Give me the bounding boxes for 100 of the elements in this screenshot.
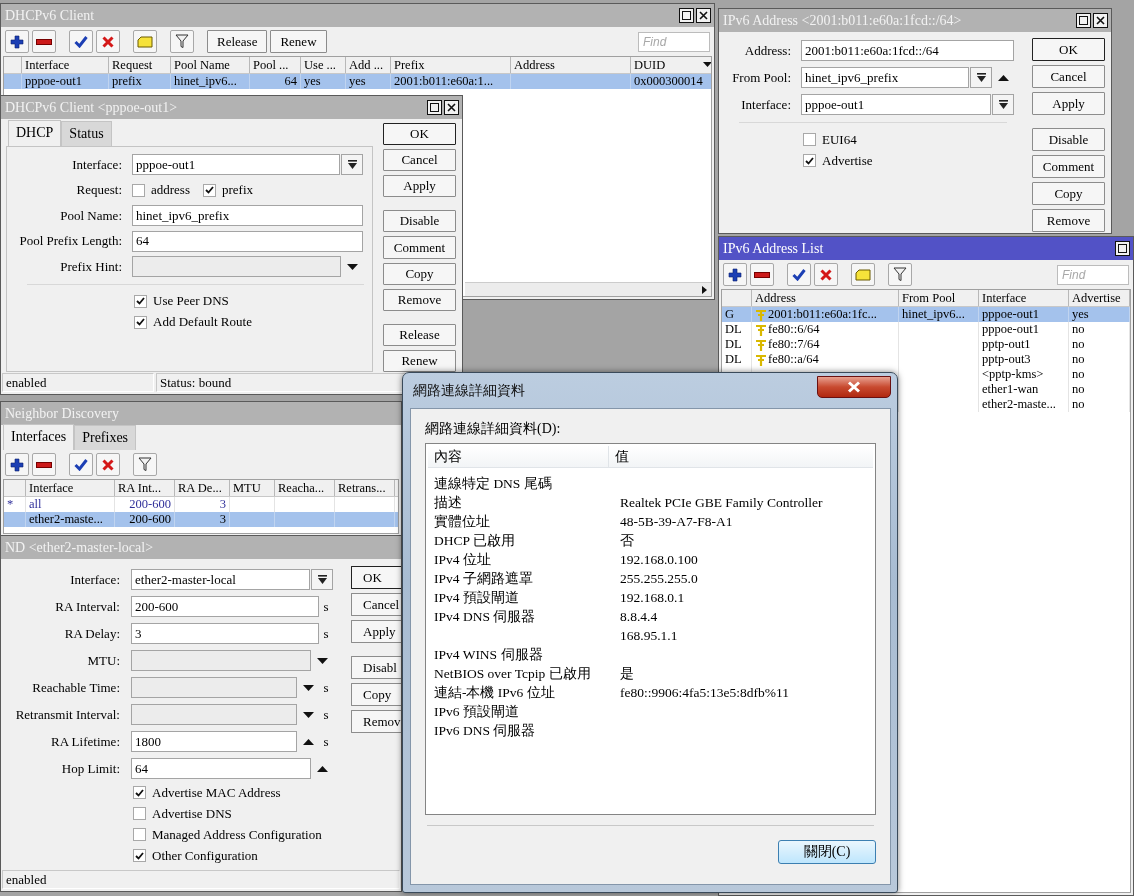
text-field[interactable]: 2001:b011:e60a:1fcd::/64 <box>801 40 1014 61</box>
combo-field[interactable] <box>131 704 297 725</box>
dialog-button[interactable]: Apply <box>383 175 456 198</box>
dialog-button[interactable]: Copy <box>1032 182 1105 205</box>
combo-field[interactable] <box>131 677 297 698</box>
triangle-down-icon[interactable] <box>347 263 358 270</box>
column-header[interactable]: Retrans... <box>338 481 386 495</box>
column-header[interactable]: Interface <box>982 291 1027 305</box>
triangle-down-icon[interactable] <box>317 657 328 664</box>
remove-button[interactable] <box>32 453 56 476</box>
tab[interactable]: Prefixes <box>74 425 137 450</box>
tab[interactable]: Interfaces <box>3 424 75 450</box>
column-header[interactable]: 內容 <box>428 446 608 467</box>
dialog-button[interactable]: Disable <box>383 210 456 233</box>
dialog-button[interactable]: Renew <box>383 349 456 372</box>
maximize-icon[interactable] <box>1115 241 1130 256</box>
close-button[interactable]: 關閉(C) <box>778 840 876 864</box>
table-row[interactable]: ether2-maste... 200-600 3 <box>4 512 398 527</box>
disable-button[interactable] <box>96 30 120 53</box>
dialog-button[interactable]: Comment <box>1032 155 1105 178</box>
dialog-button[interactable]: Comment <box>383 236 456 259</box>
table-row[interactable]: pppoe-out1 prefix hinet_ipv6... 64 yes yes 2001:b011:e60a:1... 0x000300014 <box>4 74 711 89</box>
triangle-down-icon[interactable] <box>303 711 314 718</box>
add-button[interactable] <box>5 30 29 53</box>
column-header[interactable]: From Pool <box>902 291 956 305</box>
table-row[interactable]: G 2001:b011:e60a:1fc... hinet_ipv6... pppoe-out1 yes <box>722 307 1130 322</box>
text-field[interactable]: 200-600 <box>131 596 319 617</box>
dialog-button[interactable]: Disable <box>1032 128 1105 151</box>
maximize-icon[interactable] <box>1076 13 1091 28</box>
column-header[interactable]: Interface <box>29 481 74 495</box>
remove-button[interactable] <box>32 30 56 53</box>
column-header[interactable]: DUID <box>634 58 666 72</box>
dropdown-button[interactable] <box>341 154 363 176</box>
disable-button[interactable] <box>96 453 120 476</box>
maximize-icon[interactable] <box>679 8 694 23</box>
find-field[interactable]: Find <box>1057 264 1129 285</box>
dialog-button[interactable]: Apply <box>351 620 401 643</box>
text-field[interactable]: hinet_ipv6_prefix <box>132 205 363 227</box>
column-header[interactable]: Add ... <box>349 58 384 72</box>
column-header[interactable]: Address <box>514 58 555 72</box>
dialog-button[interactable]: Cancel <box>383 149 456 172</box>
dialog-button[interactable]: OK <box>383 123 456 146</box>
scrollbar[interactable] <box>465 282 711 296</box>
text-field[interactable]: 3 <box>131 623 319 644</box>
dialog-button[interactable]: Cancel <box>1032 65 1105 88</box>
table-row[interactable]: DL fe80::7/64 pptp-out1 no <box>722 337 1130 352</box>
checkbox[interactable] <box>133 849 146 862</box>
triangle-up-icon[interactable] <box>998 74 1009 81</box>
select-field[interactable]: pppoe-out1 <box>132 154 340 176</box>
number-field[interactable]: 64 <box>131 758 311 779</box>
number-field[interactable]: 1800 <box>131 731 297 752</box>
column-header[interactable]: Pool Name <box>174 58 230 72</box>
column-header[interactable]: Reacha... <box>278 481 325 495</box>
toolbar-button[interactable]: Release <box>207 30 268 53</box>
dialog-button[interactable]: Remove <box>1032 209 1105 232</box>
checkbox[interactable] <box>133 828 146 841</box>
column-header[interactable]: Use ... <box>304 58 336 72</box>
column-header[interactable]: RA De... <box>178 481 222 495</box>
maximize-icon[interactable] <box>427 100 442 115</box>
enable-button[interactable] <box>69 453 93 476</box>
checkbox[interactable] <box>133 807 146 820</box>
column-header[interactable]: Request <box>112 58 153 72</box>
close-icon[interactable] <box>444 100 459 115</box>
tab[interactable]: DHCP <box>8 120 62 146</box>
table-row[interactable]: DL fe80::a/64 pptp-out3 no <box>722 352 1130 367</box>
dialog-button[interactable]: Copy <box>351 683 401 706</box>
checkbox[interactable] <box>132 183 145 197</box>
dialog-button[interactable]: Disabl <box>351 656 401 679</box>
checkbox[interactable] <box>803 154 816 167</box>
tab[interactable]: Status <box>61 121 112 146</box>
close-button[interactable] <box>817 376 891 398</box>
close-icon[interactable] <box>696 8 711 23</box>
select-field[interactable]: hinet_ipv6_prefix <box>801 67 969 88</box>
column-header[interactable]: Advertise <box>1072 291 1121 305</box>
table-row[interactable]: DL fe80::6/64 pppoe-out1 no <box>722 322 1130 337</box>
select-field[interactable]: ether2-master-local <box>131 569 310 590</box>
dialog-button[interactable]: OK <box>351 566 401 589</box>
enable-button[interactable] <box>69 30 93 53</box>
caret-down-icon[interactable] <box>703 62 711 67</box>
filter-button[interactable] <box>888 263 912 286</box>
dropdown-button[interactable] <box>970 67 992 88</box>
find-field[interactable]: Find <box>638 31 710 52</box>
column-header[interactable]: RA Int... <box>118 481 162 495</box>
column-header[interactable]: Pool ... <box>253 58 289 72</box>
triangle-up-icon[interactable] <box>317 765 328 772</box>
triangle-down-icon[interactable] <box>303 684 314 691</box>
disable-button[interactable] <box>814 263 838 286</box>
checkbox[interactable] <box>203 183 216 197</box>
dialog-button[interactable]: Apply <box>1032 92 1105 115</box>
column-header[interactable]: 值 <box>608 446 873 467</box>
toolbar-button[interactable]: Renew <box>270 30 327 53</box>
dropdown-button[interactable] <box>992 94 1014 115</box>
enable-button[interactable] <box>787 263 811 286</box>
column-header[interactable]: MTU <box>233 481 261 495</box>
text-field[interactable]: 64 <box>132 230 363 252</box>
filter-button[interactable] <box>133 453 157 476</box>
dialog-button[interactable]: Remov <box>351 710 401 733</box>
select-field[interactable]: pppoe-out1 <box>801 94 991 115</box>
add-button[interactable] <box>723 263 747 286</box>
combo-field[interactable] <box>131 650 311 671</box>
